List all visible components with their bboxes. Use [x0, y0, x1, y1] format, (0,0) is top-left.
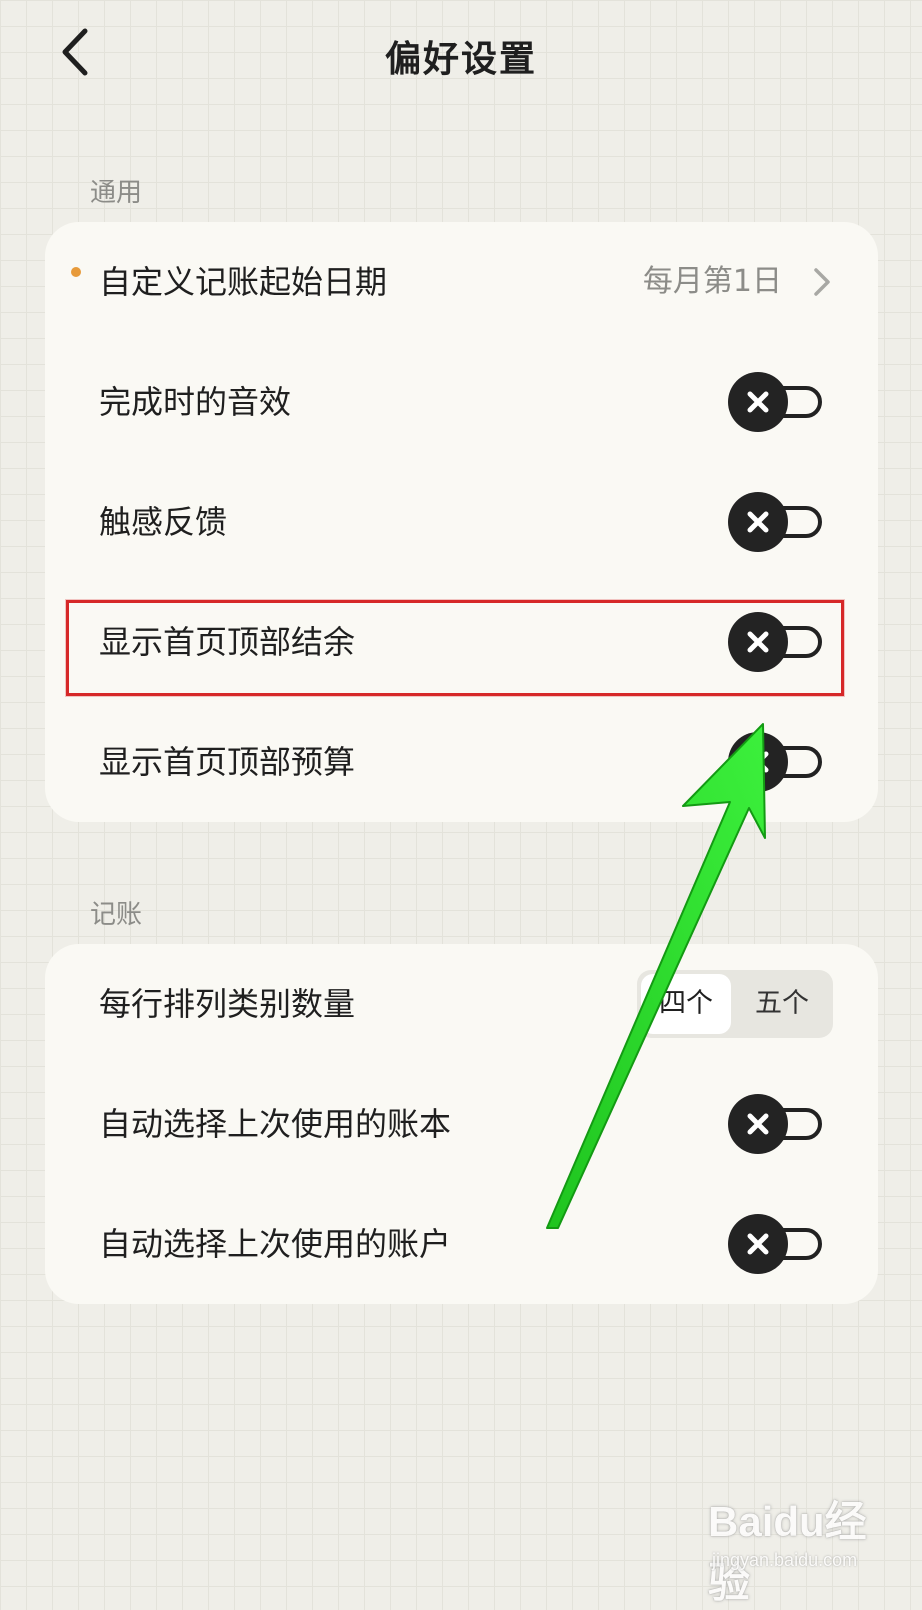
close-icon — [747, 1233, 769, 1255]
settings-card-general: 自定义记账起始日期 每月第1日 完成时的音效 触感反馈 显示首页顶部结余 显示首… — [45, 222, 878, 822]
close-icon — [747, 751, 769, 773]
close-icon — [747, 391, 769, 413]
toggle-knob — [728, 732, 788, 792]
segment-option-four[interactable]: 四个 — [641, 974, 731, 1034]
setting-row-auto-select-account: 自动选择上次使用的账户 — [45, 1184, 878, 1304]
setting-row-auto-select-ledger: 自动选择上次使用的账本 — [45, 1064, 878, 1184]
setting-label: 自定义记账起始日期 — [99, 263, 388, 301]
section-label-general: 通用 — [90, 178, 143, 208]
highlight-box — [66, 600, 844, 696]
setting-row-show-budget: 显示首页顶部预算 — [45, 702, 878, 822]
setting-label: 完成时的音效 — [99, 383, 292, 421]
page-title: 偏好设置 — [384, 39, 537, 80]
close-icon — [747, 511, 769, 533]
watermark-logo: Baidu经验 — [708, 1498, 867, 1606]
section-label-bookkeeping: 记账 — [90, 900, 143, 930]
setting-label: 触感反馈 — [99, 503, 228, 541]
toggle-switch-off[interactable] — [728, 732, 826, 792]
toggle-knob — [728, 1094, 788, 1154]
setting-label: 显示首页顶部预算 — [99, 743, 356, 781]
header: 偏好设置 — [0, 0, 922, 110]
setting-label: 自动选择上次使用的账户 — [99, 1225, 452, 1263]
setting-row-category-count: 每行排列类别数量 四个 五个 — [45, 944, 878, 1064]
toggle-switch-off[interactable] — [728, 492, 826, 552]
setting-label: 自动选择上次使用的账本 — [99, 1105, 452, 1143]
toggle-knob — [728, 492, 788, 552]
setting-label: 每行排列类别数量 — [99, 985, 356, 1023]
toggle-switch-off[interactable] — [728, 1214, 826, 1274]
close-icon — [747, 1113, 769, 1135]
toggle-switch-off[interactable] — [728, 372, 826, 432]
chevron-right-icon — [814, 268, 830, 296]
watermark: Baidu经验 jingyan.baidu.com — [708, 1478, 908, 1606]
setting-row-completion-sound: 完成时的音效 — [45, 342, 878, 462]
segment-option-five[interactable]: 五个 — [737, 974, 827, 1034]
settings-card-bookkeeping: 每行排列类别数量 四个 五个 自动选择上次使用的账本 自动选择上次使用的账户 — [45, 944, 878, 1304]
setting-row-start-date[interactable]: 自定义记账起始日期 每月第1日 — [45, 222, 878, 342]
toggle-knob — [728, 1214, 788, 1274]
watermark-url: jingyan.baidu.com — [712, 1550, 858, 1570]
toggle-switch-off[interactable] — [728, 1094, 826, 1154]
new-indicator-dot — [71, 267, 81, 277]
setting-value: 每月第1日 — [642, 264, 782, 299]
toggle-knob — [728, 372, 788, 432]
segmented-control: 四个 五个 — [637, 970, 833, 1038]
setting-row-haptic-feedback: 触感反馈 — [45, 462, 878, 582]
